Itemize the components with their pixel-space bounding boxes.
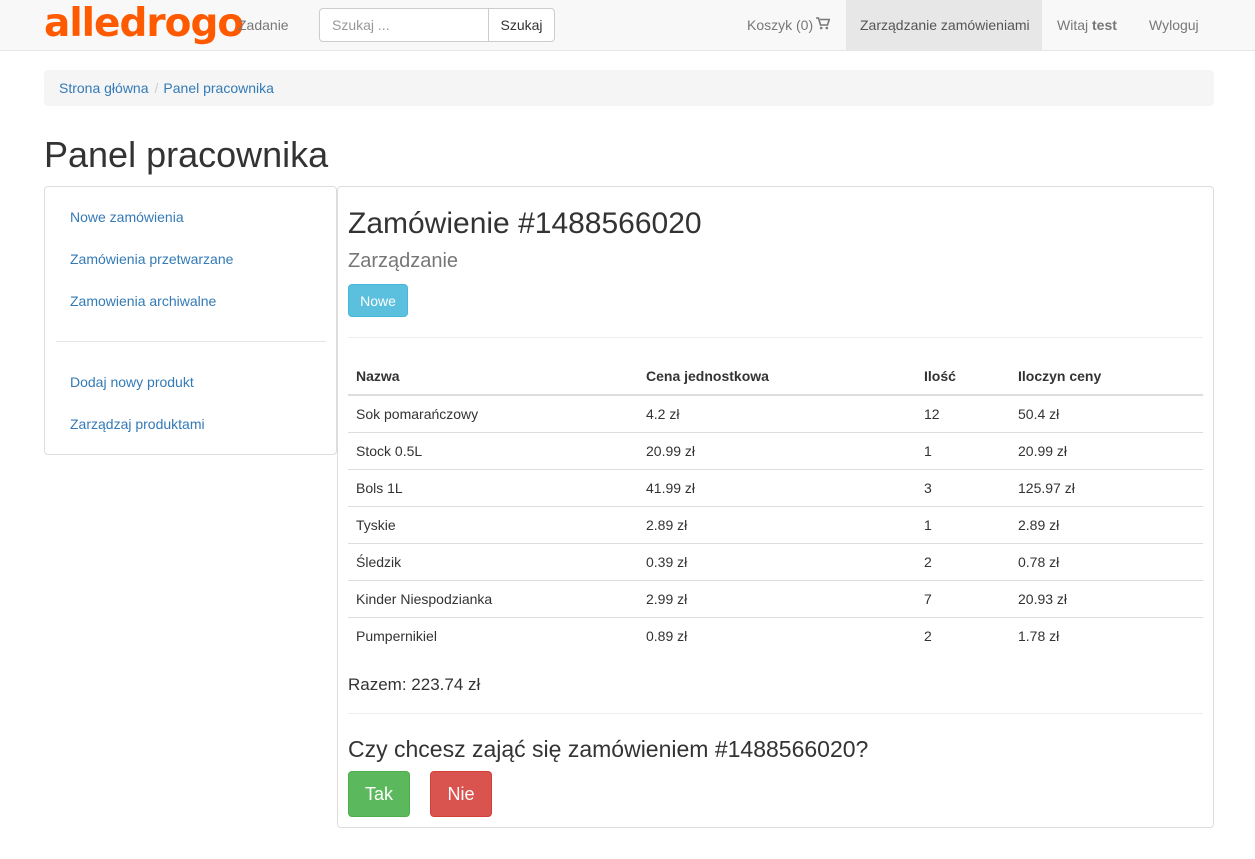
column-header-line-total: Iloczyn ceny (1010, 357, 1203, 396)
cell-line-total: 1.78 zł (1010, 616, 1203, 654)
cell-unit-price: 0.89 zł (638, 616, 916, 654)
column-header-quantity: Ilość (916, 357, 1010, 396)
cell-line-total: 0.78 zł (1010, 542, 1203, 580)
column-header-name: Nazwa (348, 357, 638, 396)
cell-unit-price: 2.89 zł (638, 505, 916, 543)
cell-quantity: 3 (916, 468, 1010, 506)
table-row: Tyskie 2.89 zł 1 2.89 zł (348, 505, 1203, 543)
breadcrumb-separator: / (154, 80, 159, 96)
table-row: Stock 0.5L 20.99 zł 1 20.99 zł (348, 431, 1203, 469)
sidebar: Nowe zamówienia Zamówienia przetwarzane … (44, 186, 337, 455)
cell-name: Śledzik (348, 542, 638, 580)
shopping-cart-icon (816, 0, 831, 50)
cell-quantity: 1 (916, 431, 1010, 469)
order-items-table: Nazwa Cena jednostkowa Ilość Iloczyn cen… (348, 357, 1203, 654)
search-button[interactable]: Szukaj (488, 8, 555, 42)
sidebar-item-add-product[interactable]: Dodaj nowy produkt (70, 372, 194, 392)
table-row: Bols 1L 41.99 zł 3 125.97 zł (348, 468, 1203, 506)
cell-quantity: 2 (916, 616, 1010, 654)
table-row: Pumpernikiel 0.89 zł 2 1.78 zł (348, 616, 1203, 654)
cell-quantity: 2 (916, 542, 1010, 580)
cell-line-total: 20.99 zł (1010, 431, 1203, 469)
sidebar-item-manage-products[interactable]: Zarządzaj produktami (70, 414, 205, 434)
order-total: Razem: 223.74 zł (348, 675, 481, 694)
nav-cart-link[interactable]: Koszyk (0) (747, 0, 831, 50)
logout-link[interactable]: Wyloguj (1149, 0, 1199, 50)
order-panel: Zamówienie #1488566020 Zarządzanie Nowe … (337, 186, 1214, 828)
cell-name: Bols 1L (348, 468, 638, 506)
table-row: Śledzik 0.39 zł 2 0.78 zł (348, 542, 1203, 580)
cell-line-total: 125.97 zł (1010, 468, 1203, 506)
divider (348, 337, 1203, 338)
reject-order-button[interactable]: Nie (430, 771, 492, 817)
cell-name: Stock 0.5L (348, 431, 638, 469)
cell-name: Sok pomarańczowy (356, 405, 479, 422)
sidebar-item-archived-orders[interactable]: Zamowienia archiwalne (70, 291, 216, 311)
welcome-text: Witaj test (1057, 0, 1117, 50)
order-status-button[interactable]: Nowe (348, 284, 408, 317)
take-order-question: Czy chcesz zająć się zamówieniem #148856… (348, 736, 869, 762)
cell-line-total: 50.4 zł (1018, 405, 1060, 422)
cell-unit-price: 2.99 zł (638, 579, 916, 617)
cell-unit-price: 41.99 zł (638, 468, 916, 506)
table-row: Sok pomarańczowy 4.2 zł 12 50.4 zł (348, 395, 1203, 432)
welcome-prefix: Witaj (1057, 17, 1089, 33)
cell-name: Pumpernikiel (348, 616, 638, 654)
cart-label: Koszyk (0) (747, 17, 814, 33)
divider (348, 713, 1203, 714)
column-header-unit-price: Cena jednostkowa (638, 357, 916, 396)
breadcrumb-home[interactable]: Strona główna (59, 80, 149, 96)
sidebar-item-new-orders[interactable]: Nowe zamówienia (70, 207, 184, 227)
sidebar-item-processing-orders[interactable]: Zamówienia przetwarzane (70, 249, 233, 269)
top-navbar: alledrogo Zadanie Szukaj Koszyk (0) Zarz… (0, 0, 1255, 51)
accept-order-button[interactable]: Tak (348, 771, 410, 817)
page-title: Panel pracownika (44, 134, 329, 175)
breadcrumb-current[interactable]: Panel pracownika (163, 80, 274, 96)
username: test (1092, 17, 1117, 33)
cell-name: Kinder Niespodzianka (348, 579, 638, 617)
cell-quantity: 7 (916, 579, 1010, 617)
order-subtitle: Zarządzanie (348, 250, 459, 272)
cell-unit-price: 0.39 zł (638, 542, 916, 580)
order-title: Zamówienie #1488566020 (348, 207, 702, 240)
table-row: Kinder Niespodzianka 2.99 zł 7 20.93 zł (348, 579, 1203, 617)
table-header-row: Nazwa Cena jednostkowa Ilość Iloczyn cen… (348, 357, 1203, 396)
cell-unit-price: 4.2 zł (646, 405, 680, 422)
nav-task-link[interactable]: Zadanie (238, 0, 289, 50)
cell-unit-price: 20.99 zł (638, 431, 916, 469)
nav-orders-management[interactable]: Zarządzanie zamówieniami (846, 0, 1042, 50)
brand-logo[interactable]: alledrogo (44, 2, 244, 46)
cell-name: Tyskie (348, 505, 638, 543)
cell-line-total: 20.93 zł (1010, 579, 1203, 617)
cell-quantity: 1 (916, 505, 1010, 543)
sidebar-divider (56, 341, 326, 342)
breadcrumb: Strona główna / Panel pracownika (44, 70, 1214, 106)
cell-quantity: 12 (924, 405, 940, 422)
cell-line-total: 2.89 zł (1010, 505, 1203, 543)
search-input[interactable] (319, 8, 489, 42)
